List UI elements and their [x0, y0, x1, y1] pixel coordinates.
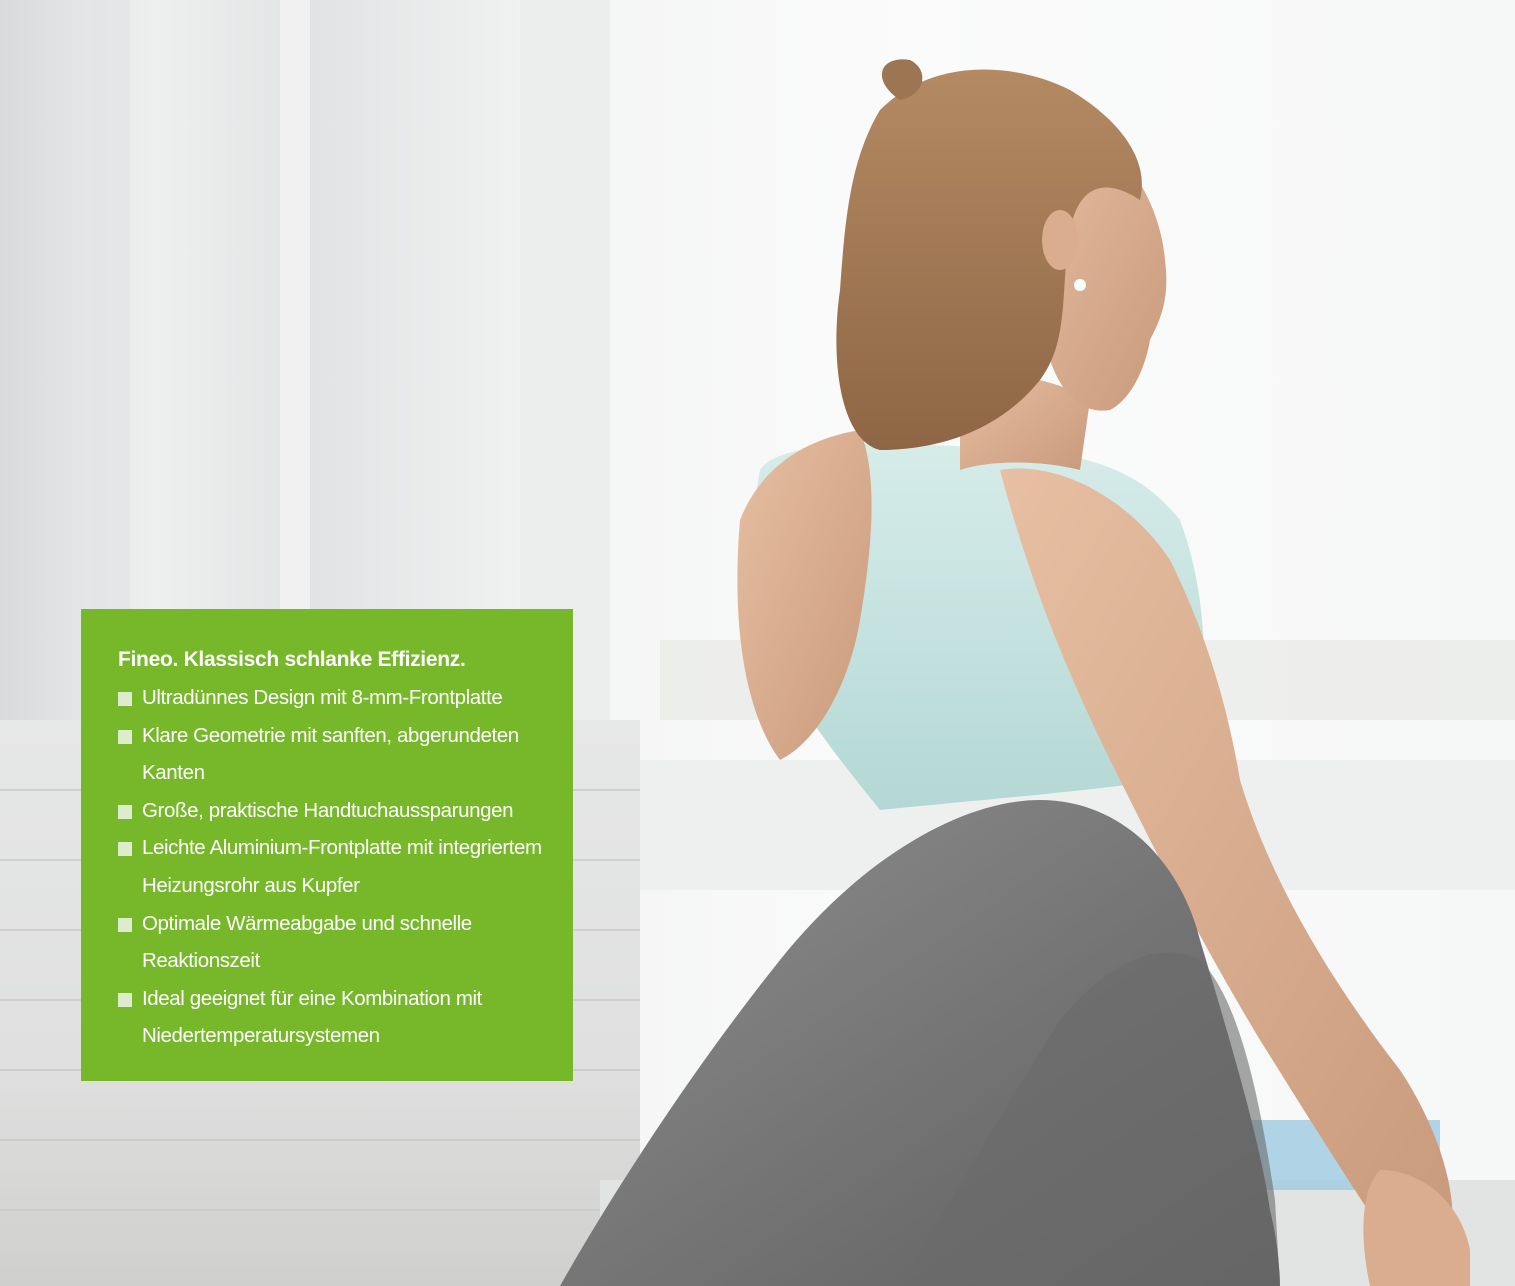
page: Fineo. Klassisch schlanke Effizienz. Ult…	[0, 0, 1515, 1286]
square-bullet-icon	[118, 842, 132, 857]
feature-panel: Fineo. Klassisch schlanke Effizienz. Ult…	[81, 609, 573, 1081]
feature-text: Große, praktische Handtuchaussparungen	[142, 798, 514, 822]
feature-text: Optimale Wärmeabgabe und schnelle Reakti…	[142, 911, 472, 973]
feature-text: Leichte Aluminium-Frontplatte mit integr…	[142, 836, 542, 897]
feature-text: Ideal geeignet für eine Kombination mit …	[142, 986, 482, 1048]
feature-item: Große, praktische Handtuchaussparungen	[118, 792, 549, 830]
feature-text: Ultradünnes Design mit 8-mm-Frontplatte	[142, 686, 503, 709]
square-bullet-icon	[118, 729, 132, 744]
feature-text: Klare Geometrie mit sanften, abgerundete…	[142, 723, 519, 785]
square-bullet-icon	[118, 692, 132, 706]
feature-item: Ideal geeignet für eine Kombination mit …	[118, 980, 549, 1055]
feature-item: Klare Geometrie mit sanften, abgerundete…	[118, 717, 549, 792]
square-bullet-icon	[118, 917, 132, 932]
square-bullet-icon	[118, 992, 132, 1007]
panel-title: Fineo. Klassisch schlanke Effizienz.	[118, 648, 466, 671]
square-bullet-icon	[118, 804, 132, 819]
feature-item: Optimale Wärmeabgabe und schnelle Reakti…	[118, 905, 549, 980]
feature-item: Ultradünnes Design mit 8-mm-Frontplatte	[118, 679, 549, 717]
feature-list: Ultradünnes Design mit 8-mm-Frontplatte …	[118, 679, 549, 1055]
feature-item: Leichte Aluminium-Frontplatte mit integr…	[118, 829, 549, 904]
